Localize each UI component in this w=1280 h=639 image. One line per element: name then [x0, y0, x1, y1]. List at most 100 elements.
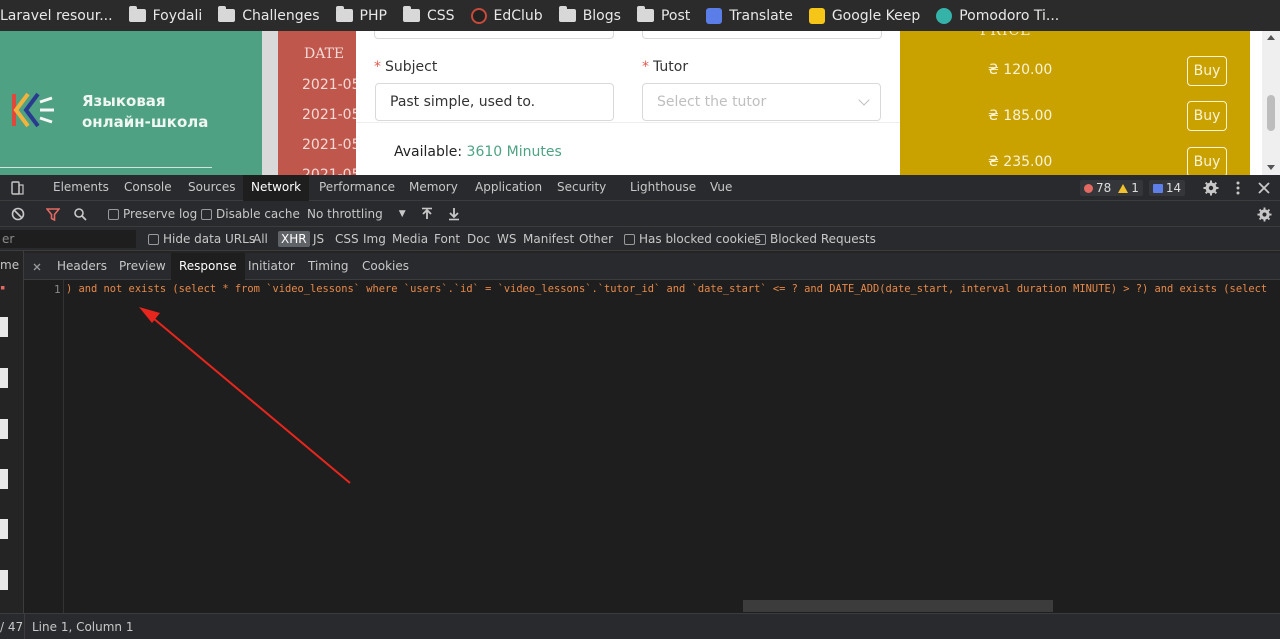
scroll-up-icon[interactable]	[1267, 35, 1275, 40]
filter-all[interactable]: All	[253, 227, 268, 251]
bookmark-blogs[interactable]: Blogs	[551, 0, 629, 31]
tab-network[interactable]: Network	[243, 175, 310, 201]
messages-badge[interactable]: 14	[1148, 180, 1186, 196]
tab-lighthouse[interactable]: Lighthouse	[622, 175, 704, 201]
date-cell: 2021-05-	[302, 77, 356, 93]
import-har-icon[interactable]	[421, 207, 433, 221]
gear-icon[interactable]	[1203, 180, 1219, 196]
response-panel[interactable]: 1 ) and not exists (select * from `video…	[24, 280, 1280, 613]
blocked-cookies-label: Has blocked cookies	[639, 232, 761, 246]
tab-console[interactable]: Console	[116, 175, 180, 201]
blocked-requests-checkbox[interactable]: Blocked Requests	[755, 227, 876, 251]
input-above-subject[interactable]	[374, 31, 614, 39]
tutor-placeholder: Select the tutor	[657, 94, 767, 110]
tutor-label: * Tutor	[642, 59, 689, 75]
filter-icon[interactable]	[46, 208, 60, 221]
tab-application[interactable]: Application	[467, 175, 550, 201]
bookmark-google-keep[interactable]: Google Keep	[801, 0, 928, 31]
checkbox[interactable]	[148, 233, 159, 245]
bookmark-label: Translate	[729, 7, 793, 24]
filter-js[interactable]: JS	[313, 227, 324, 251]
bookmark-laravel[interactable]: Laravel resour...	[0, 0, 121, 31]
name-column-header[interactable]: me	[0, 258, 19, 272]
tutor-select[interactable]: Select the tutor	[642, 83, 881, 121]
search-icon[interactable]	[73, 207, 87, 221]
filter-media[interactable]: Media	[392, 227, 428, 251]
hide-data-urls-checkbox[interactable]: Hide data URLs	[148, 227, 255, 251]
response-code[interactable]: ) and not exists (select * from `video_l…	[66, 283, 1267, 295]
bookmark-label: EdClub	[493, 7, 543, 24]
export-har-icon[interactable]	[448, 207, 460, 221]
blocked-cookies-checkbox[interactable]: Has blocked cookies	[624, 227, 761, 251]
bookmark-foydali[interactable]: Foydali	[121, 0, 211, 31]
subject-input[interactable]: Past simple, used to.	[375, 83, 614, 121]
buy-button[interactable]: Buy	[1187, 56, 1227, 86]
bookmark-edclub[interactable]: EdClub	[463, 0, 551, 31]
tab-preview[interactable]: Preview	[111, 253, 174, 280]
disable-cache-label: Disable cache	[216, 207, 300, 221]
throttling-select[interactable]: No throttling ▼	[307, 201, 406, 227]
tab-security[interactable]: Security	[549, 175, 614, 201]
scroll-down-icon[interactable]	[1267, 165, 1275, 170]
bookmark-translate[interactable]: Translate	[698, 0, 801, 31]
more-options-icon[interactable]	[1232, 180, 1244, 196]
filter-font[interactable]: Font	[434, 227, 460, 251]
request-list: me ▪	[0, 251, 24, 613]
tab-elements[interactable]: Elements	[45, 175, 117, 201]
bookmark-challenges[interactable]: Challenges	[210, 0, 327, 31]
page-scrollbar[interactable]	[1262, 31, 1280, 175]
input-above-tutor[interactable]	[642, 31, 882, 39]
request-row[interactable]	[0, 570, 8, 590]
filter-ws[interactable]: WS	[497, 227, 516, 251]
date-header: DATE	[304, 46, 345, 62]
translate-icon	[706, 7, 723, 24]
network-settings-icon[interactable]	[1257, 207, 1272, 222]
subject-label: * Subject	[374, 59, 438, 75]
disable-cache-checkbox[interactable]: Disable cache	[201, 201, 300, 227]
filter-doc[interactable]: Doc	[467, 227, 490, 251]
device-toolbar-icon[interactable]	[10, 181, 24, 195]
bookmarks-bar: Laravel resour... Foydali Challenges PHP…	[0, 0, 1280, 31]
clear-icon[interactable]	[11, 207, 25, 221]
bookmark-post[interactable]: Post	[629, 0, 698, 31]
issue-counters[interactable]: 78 1 14	[1080, 180, 1186, 196]
date-cell: 2021-05-	[302, 167, 356, 175]
checkbox[interactable]	[201, 208, 212, 220]
horizontal-scrollbar[interactable]	[743, 600, 1053, 612]
checkbox[interactable]	[755, 233, 766, 245]
screen: Laravel resour... Foydali Challenges PHP…	[0, 0, 1280, 639]
filter-img[interactable]: Img	[363, 227, 386, 251]
checkbox[interactable]	[108, 208, 119, 220]
tab-cookies[interactable]: Cookies	[354, 253, 417, 280]
tab-timing[interactable]: Timing	[300, 253, 357, 280]
request-row[interactable]	[0, 317, 8, 337]
preserve-log-checkbox[interactable]: Preserve log	[108, 201, 197, 227]
tab-sources[interactable]: Sources	[180, 175, 243, 201]
checkbox[interactable]	[624, 233, 635, 245]
bookmark-php[interactable]: PHP	[328, 0, 395, 31]
filter-css[interactable]: CSS	[335, 227, 359, 251]
scroll-thumb[interactable]	[1267, 95, 1275, 131]
buy-button[interactable]: Buy	[1187, 147, 1227, 175]
errors-badge[interactable]: 78 1	[1080, 180, 1143, 196]
tab-memory[interactable]: Memory	[401, 175, 466, 201]
bookmark-pomodoro[interactable]: Pomodoro Ti...	[928, 0, 1067, 31]
tab-performance[interactable]: Performance	[311, 175, 403, 201]
tab-initiator[interactable]: Initiator	[240, 253, 303, 280]
buy-button[interactable]: Buy	[1187, 101, 1227, 131]
request-row[interactable]	[0, 419, 8, 439]
request-row[interactable]	[0, 368, 8, 388]
filter-xhr[interactable]: XHR	[278, 231, 310, 247]
request-row[interactable]	[0, 469, 8, 489]
close-icon[interactable]	[1258, 182, 1270, 194]
filter-manifest[interactable]: Manifest	[523, 227, 574, 251]
filter-other[interactable]: Other	[579, 227, 613, 251]
close-detail-icon[interactable]	[33, 263, 41, 271]
bookmark-label: PHP	[359, 7, 387, 24]
tab-headers[interactable]: Headers	[49, 253, 115, 280]
bookmark-css[interactable]: CSS	[395, 0, 463, 31]
tab-response[interactable]: Response	[171, 253, 245, 280]
filter-input[interactable]: er	[0, 230, 136, 248]
request-row[interactable]	[0, 519, 8, 539]
tab-vue[interactable]: Vue	[702, 175, 740, 201]
